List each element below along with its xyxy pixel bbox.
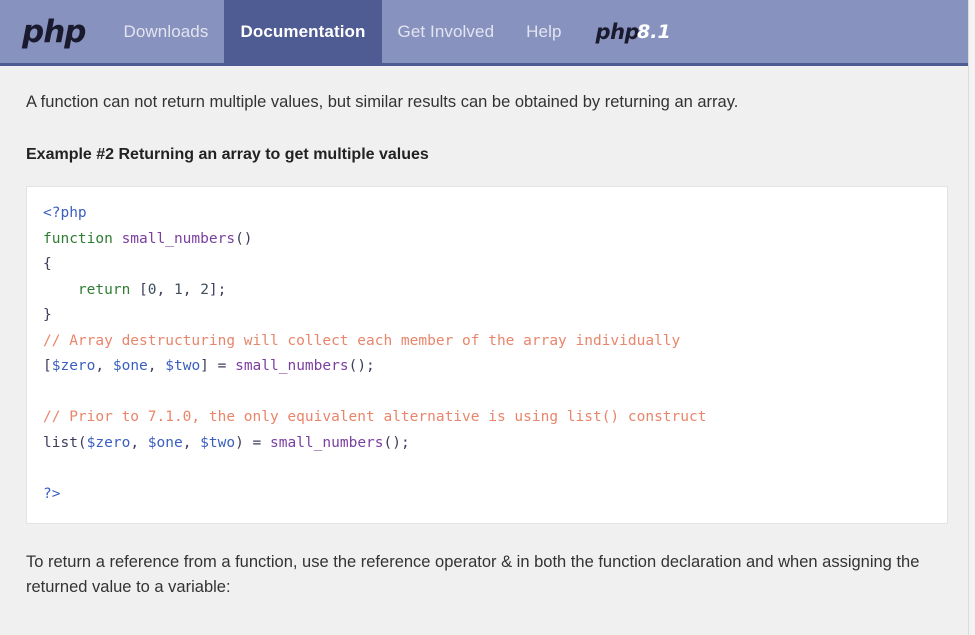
php-version-badge-number: 8.1	[637, 20, 671, 43]
outro-paragraph: To return a reference from a function, u…	[26, 553, 920, 596]
site-navbar: php Downloads Documentation Get Involved…	[0, 0, 968, 66]
php-logo-home-link[interactable]: php	[0, 0, 107, 63]
documentation-content: A function can not return multiple value…	[0, 66, 968, 600]
nav-item-documentation[interactable]: Documentation	[224, 0, 382, 63]
primary-navigation: Downloads Documentation Get Involved Hel…	[107, 0, 577, 63]
nav-item-downloads[interactable]: Downloads	[107, 0, 224, 63]
code-example-block: <?php function small_numbers() { return …	[26, 186, 948, 524]
nav-item-get-involved-label: Get Involved	[397, 21, 495, 41]
nav-item-help[interactable]: Help	[510, 0, 577, 63]
php-version-badge-php-text: php	[595, 19, 640, 44]
nav-item-get-involved[interactable]: Get Involved	[382, 0, 511, 63]
php-code-snippet[interactable]: <?php function small_numbers() { return …	[27, 201, 947, 507]
nav-item-downloads-label: Downloads	[123, 21, 209, 41]
nav-item-help-label: Help	[526, 21, 562, 41]
intro-paragraph: A function can not return multiple value…	[26, 93, 739, 111]
nav-item-documentation-label: Documentation	[240, 21, 366, 41]
example-heading: Example #2 Returning an array to get mul…	[26, 146, 429, 163]
php-version-badge-link[interactable]: php 8.1	[578, 0, 685, 63]
php-code-content: <?php function small_numbers() { return …	[43, 205, 707, 502]
php-logo-text: php	[22, 13, 86, 50]
page-scrollbar[interactable]	[968, 0, 975, 635]
